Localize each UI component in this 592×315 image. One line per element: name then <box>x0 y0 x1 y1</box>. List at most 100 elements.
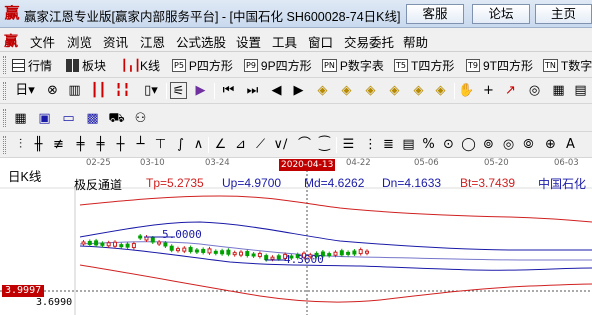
diamond-out-icon[interactable]: ◈ <box>432 82 449 99</box>
candle-hollow-icon[interactable]: ╏╏ <box>114 82 131 99</box>
last-icon[interactable]: ⏭ <box>244 82 261 99</box>
quotes-button[interactable]: 行情 <box>12 56 52 74</box>
text-icon[interactable]: A <box>562 136 579 153</box>
mult-grid-icon[interactable]: ╪ <box>92 136 109 153</box>
cross-lines-icon[interactable]: ╫ <box>30 136 47 153</box>
sector-button[interactable]: 板块 <box>66 56 106 74</box>
wave-icon[interactable]: ∧ <box>190 136 207 153</box>
crosshair-icon[interactable]: + <box>480 82 497 99</box>
p9-square-button[interactable]: P9 9P四方形 <box>244 56 312 74</box>
fib-icon[interactable]: ☰ <box>340 136 357 153</box>
function-toolbar: ▦ ▣ ▭ ▩ ⛟ ⚇ <box>0 104 592 132</box>
candle-body <box>270 256 275 260</box>
coin-icon[interactable]: ◎ <box>526 82 543 99</box>
candle-body <box>232 252 237 256</box>
diamond-up-icon[interactable]: ◈ <box>314 82 331 99</box>
extend-icon[interactable]: ⁐ <box>316 136 333 153</box>
window-icon[interactable]: ▣ <box>36 110 53 127</box>
first-icon[interactable]: ⏮ <box>220 82 237 99</box>
diamond-right-icon[interactable]: ◈ <box>386 82 403 99</box>
line-style-dropdown[interactable]: ▯▾ <box>140 82 162 99</box>
candle-body <box>239 251 243 256</box>
candle-body <box>276 255 281 260</box>
candle-body <box>176 248 180 252</box>
circle-plus-icon[interactable]: ⊕ <box>542 136 559 153</box>
diamond-left-icon[interactable]: ◈ <box>362 82 379 99</box>
home-button[interactable]: 主页 <box>535 4 592 24</box>
stats-icon[interactable]: ▤ <box>572 82 589 99</box>
flag-icon[interactable]: ▶ <box>192 82 209 99</box>
menu-gann[interactable]: 江恩 <box>140 32 165 51</box>
truck-icon[interactable]: ⛟ <box>108 110 125 127</box>
candle-body <box>150 237 155 243</box>
menu-formula-picker[interactable]: 公式选股 <box>176 32 226 51</box>
price-icon[interactable]: ⊗ <box>44 82 61 99</box>
candle-body <box>106 242 111 247</box>
cross-down-icon[interactable]: ┴ <box>132 136 149 153</box>
t-square-button[interactable]: T5 T四方形 <box>394 56 454 74</box>
gann-grid-icon[interactable]: ▤ <box>400 136 417 153</box>
menu-news[interactable]: 资讯 <box>103 32 128 51</box>
p-square-button[interactable]: P5 P四方形 <box>172 56 233 74</box>
menu-browse[interactable]: 浏览 <box>67 32 92 51</box>
bar-chart-icon[interactable]: ▥ <box>66 82 83 99</box>
kline-button[interactable]: ┃╻┃ K线 <box>121 56 160 74</box>
percent-icon[interactable]: % <box>420 136 437 153</box>
arc-icon[interactable]: ⌒ <box>296 136 313 153</box>
toolbar-grip[interactable] <box>3 109 6 127</box>
table-icon[interactable]: ▦ <box>550 82 567 99</box>
ray-icon[interactable]: ⟋ <box>252 136 269 153</box>
people-icon[interactable]: ⚇ <box>132 110 149 127</box>
monitor-icon[interactable]: ▭ <box>60 110 77 127</box>
diamond-in-icon[interactable]: ◈ <box>410 82 427 99</box>
prev-icon[interactable]: ◀ <box>268 82 285 99</box>
brace-icon[interactable]: ∫ <box>172 136 189 153</box>
hand-icon[interactable]: ✋ <box>458 82 475 99</box>
menu-window[interactable]: 窗口 <box>308 32 333 51</box>
eye-icon[interactable]: ⊙ <box>440 136 457 153</box>
menu-file[interactable]: 文件 <box>30 32 55 51</box>
toolbar-grip[interactable] <box>3 82 6 100</box>
diamond-down-icon[interactable]: ◈ <box>338 82 355 99</box>
grid-lines-icon[interactable]: ╪ <box>72 136 89 153</box>
upper-inner-band-line <box>79 221 592 251</box>
save-icon[interactable]: ▩ <box>84 110 101 127</box>
circle-icon[interactable]: ◯ <box>460 136 477 153</box>
triangle-icon[interactable]: ⊿ <box>232 136 249 153</box>
period-dropdown[interactable]: 日▾ <box>12 82 38 99</box>
indicator-name: 极反通道 <box>74 178 123 192</box>
angle-icon[interactable]: ∠ <box>212 136 229 153</box>
next-icon[interactable]: ▶ <box>290 82 307 99</box>
spiral-icon[interactable]: ⦾ <box>520 136 537 153</box>
candle-icon[interactable]: ┃┃ <box>90 82 107 99</box>
toolbar-grip[interactable] <box>3 136 6 154</box>
fan-lines-icon[interactable]: ≢ <box>50 136 67 153</box>
hline-icon[interactable]: ⊤ <box>152 136 169 153</box>
menu-tools[interactable]: 工具 <box>272 32 297 51</box>
gann-icon[interactable]: ≣ <box>380 136 397 153</box>
menu-settings[interactable]: 设置 <box>236 32 261 51</box>
t9-square-icon: T9 <box>466 58 480 72</box>
t-number-button[interactable]: TN T数字 <box>543 56 592 74</box>
candle-body <box>188 247 193 253</box>
menu-trading[interactable]: 交易委托 <box>344 32 394 51</box>
customer-service-button[interactable]: 客服 <box>406 4 464 24</box>
candle-body <box>207 248 212 254</box>
calculator-icon[interactable]: ▦ <box>12 110 29 127</box>
level-lines-icon[interactable]: ⫶ <box>12 136 29 153</box>
ellipse-icon[interactable]: ⊚ <box>480 136 497 153</box>
toolbar-grip[interactable] <box>3 56 6 74</box>
p-number-table-button[interactable]: PN P数字表 <box>322 56 384 74</box>
select-icon[interactable]: ⚟ <box>170 82 187 99</box>
trend-icon[interactable]: ↗ <box>502 82 519 99</box>
menu-help[interactable]: 帮助 <box>403 32 428 51</box>
fib-time-icon[interactable]: ⋮ <box>362 136 379 153</box>
cross-up-icon[interactable]: ┼ <box>112 136 129 153</box>
sphere-icon[interactable]: ◎ <box>500 136 517 153</box>
time-tick: 05-06 <box>414 158 439 168</box>
peak-icon[interactable]: ∨∕ <box>272 136 289 153</box>
candle-body <box>213 250 218 254</box>
forum-button[interactable]: 论坛 <box>472 4 530 24</box>
candle-body <box>327 253 332 257</box>
t9-square-button[interactable]: T9 9T四方形 <box>466 56 533 74</box>
